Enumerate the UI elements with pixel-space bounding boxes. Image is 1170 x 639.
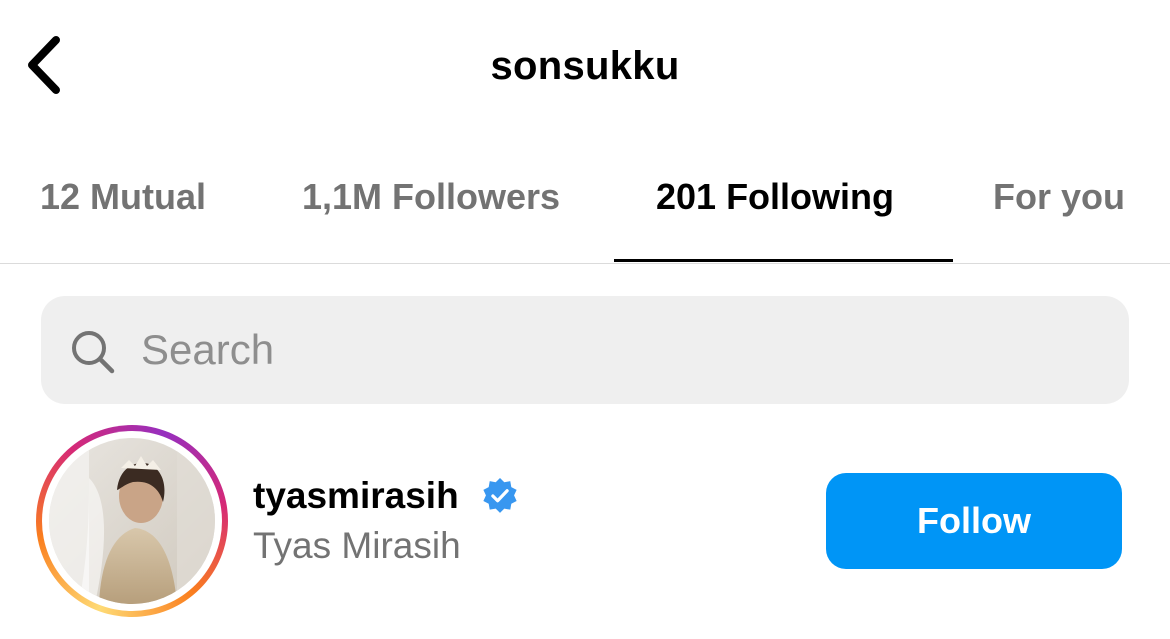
search-input[interactable] <box>141 318 1101 382</box>
active-tab-indicator <box>614 259 953 262</box>
tab-mutual[interactable]: 12 Mutual <box>40 176 206 218</box>
avatar-photo <box>49 438 215 604</box>
tab-bar: 12 Mutual 1,1M Followers 201 Following F… <box>0 150 1170 264</box>
page-title: sonsukku <box>490 44 680 88</box>
avatar <box>49 438 215 604</box>
search-icon <box>72 331 115 374</box>
tab-following[interactable]: 201 Following <box>656 176 894 218</box>
story-ring[interactable] <box>36 425 228 617</box>
username[interactable]: tyasmirasih <box>253 475 459 517</box>
full-name: Tyas Mirasih <box>253 525 461 566</box>
tab-for-you[interactable]: For you <box>993 176 1125 218</box>
header-bar: sonsukku <box>0 0 1170 135</box>
follow-button[interactable]: Follow <box>826 473 1122 569</box>
tab-followers[interactable]: 1,1M Followers <box>302 176 560 218</box>
verified-badge-icon <box>483 477 517 513</box>
